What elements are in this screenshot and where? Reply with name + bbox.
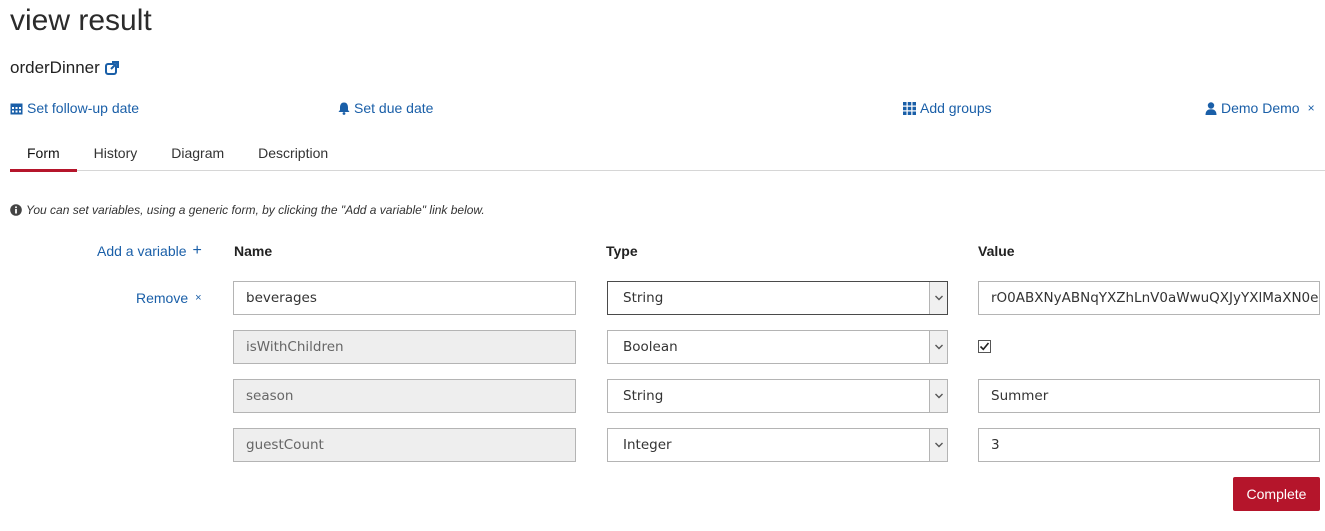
variable-name-input: guestCount [233,428,576,462]
variable-value-input[interactable]: rO0ABXNyABNqYXZhLnV0aWwuQXJyYXlMaXN0eIHS… [978,281,1320,315]
page-title: view result [10,4,152,37]
task-name: orderDinner [10,58,119,78]
unassign-close-icon[interactable]: × [1308,101,1315,115]
add-groups-label: Add groups [920,100,992,116]
variable-type-value: Boolean [623,339,678,355]
variable-type-select[interactable]: String [607,379,948,413]
chevron-down-icon[interactable] [929,331,947,363]
tab-diagram[interactable]: Diagram [154,136,241,171]
add-groups-link[interactable]: Add groups [903,100,992,116]
checkmark-icon [979,342,990,351]
set-follow-up-date-label: Set follow-up date [27,100,140,116]
user-icon [1205,101,1217,115]
remove-label: Remove [136,290,189,306]
generic-form-info: You can set variables, using a generic f… [10,203,485,217]
external-link-icon[interactable] [104,61,119,75]
assignee-label: Demo Demo [1221,100,1300,116]
grid-icon [903,101,916,115]
variable-type-value: String [623,290,664,306]
column-header-type: Type [606,243,638,259]
set-due-date-link[interactable]: Set due date [338,100,433,116]
set-follow-up-date-link[interactable]: Set follow-up date [10,100,139,116]
column-header-name: Name [234,243,273,259]
chevron-down-icon[interactable] [929,429,947,461]
remove-variable-link[interactable]: Remove × [136,290,202,306]
calendar-icon [10,103,23,114]
column-header-value: Value [978,243,1015,259]
variable-type-value: Integer [623,437,672,453]
variable-value-input[interactable]: Summer [978,379,1320,413]
variable-type-select[interactable]: String [607,281,948,315]
variable-value-input[interactable]: 3 [978,428,1320,462]
variable-name-input: isWithChildren [233,330,576,364]
variable-name-input: season [233,379,576,413]
chevron-down-icon[interactable] [929,380,947,412]
assignee-link[interactable]: Demo Demo × [1205,100,1315,116]
tab-history[interactable]: History [77,136,155,171]
add-variable-label: Add a variable [97,243,187,259]
set-due-date-label: Set due date [354,100,434,116]
variable-value-checkbox[interactable] [978,340,991,353]
tab-description[interactable]: Description [241,136,345,171]
close-icon: × [195,292,202,304]
info-text: You can set variables, using a generic f… [26,203,485,217]
complete-button[interactable]: Complete [1233,477,1320,511]
variable-name-input[interactable]: beverages [233,281,576,315]
tab-form[interactable]: Form [10,136,77,172]
variable-type-value: String [623,388,664,404]
bell-icon [338,102,350,115]
info-circle-icon [10,204,22,216]
chevron-down-icon[interactable] [929,282,947,314]
task-name-label: orderDinner [10,58,100,77]
add-variable-link[interactable]: Add a variable + [97,242,202,260]
plus-icon: + [192,242,202,259]
variable-type-select[interactable]: Integer [607,428,948,462]
variable-type-select[interactable]: Boolean [607,330,948,364]
task-tabs: Form History Diagram Description [10,136,1325,172]
